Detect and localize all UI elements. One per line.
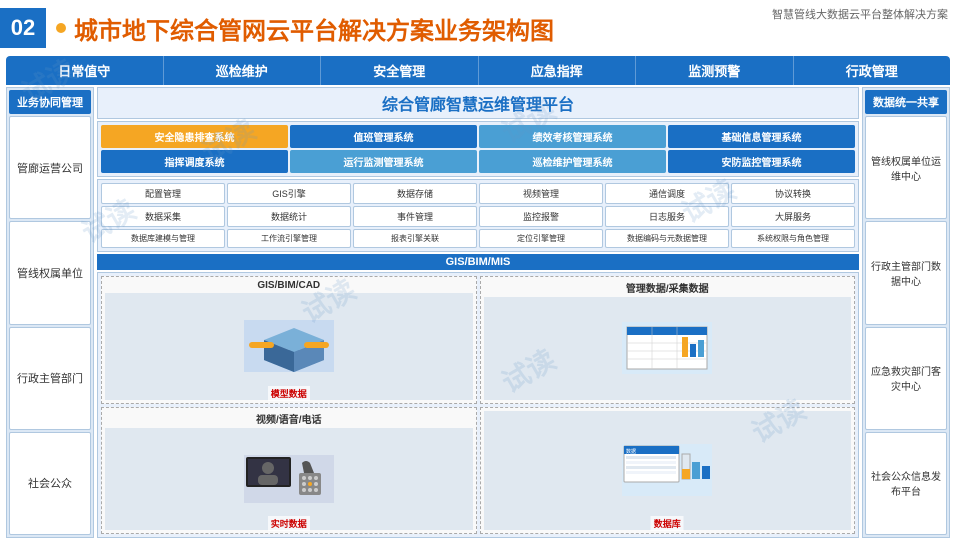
left-box-0: 管廊运营公司 [9,116,91,219]
panel-video-img [105,428,473,531]
panel-database-sublabel: 数据库 [651,516,684,531]
right-sidebar-title: 数据统一共享 [865,90,947,114]
mid-11: 大屏服务 [731,206,855,227]
sys-0: 安全隐患排查系统 [101,125,288,148]
sys-3: 基础信息管理系统 [668,125,855,148]
mid-9: 监控报警 [479,206,603,227]
manage-data-icon [622,322,712,374]
sys-6: 巡检维护管理系统 [479,150,666,173]
mid-15: 定位引擎管理 [479,229,603,248]
sys-5: 运行监测管理系统 [290,150,477,173]
right-box-3: 社会公众信息发布平台 [865,432,947,535]
panel-video-sublabel: 实时数据 [268,516,310,531]
section-number: 02 [0,8,46,48]
panel-gis-title: GIS/BIM/CAD [257,280,320,291]
left-box-1: 管线权属单位 [9,221,91,324]
sys-7: 安防监控管理系统 [668,150,855,173]
mid-17: 系统权限与角色管理 [731,229,855,248]
mid-5: 协议转换 [731,183,855,204]
nav-item-1[interactable]: 日常值守 [6,56,164,85]
nav-item-4[interactable]: 应急指挥 [479,56,637,85]
platform-title: 综合管廊智慧运维管理平台 [97,87,859,119]
main-content: 日常值守 巡检维护 安全管理 应急指挥 监测预警 行政管理 业务协同管理 管廊运… [0,52,960,542]
mid-6: 数据采集 [101,206,225,227]
video-phone-icon [244,455,334,503]
center-area: 综合管廊智慧运维管理平台 安全隐患排查系统 值班管理系统 绩效考核管理系统 基础… [97,87,859,538]
mid-grid: 配置管理 GIS引擎 数据存储 视频管理 通信调度 协议转换 数据采集 数据统计… [97,179,859,252]
mid-14: 报表引擎关联 [353,229,477,248]
nav-item-3[interactable]: 安全管理 [321,56,479,85]
panel-gis-bim-cad: GIS/BIM/CAD [101,276,477,404]
nav-item-6[interactable]: 行政管理 [794,56,951,85]
right-box-1: 行政主管部门数据中心 [865,221,947,324]
panel-gis-img [105,293,473,400]
panel-database: 数据 数据库 [480,407,856,535]
right-sidebar: 数据统一共享 管线权属单位运维中心 行政主管部门数据中心 应急救灾部门客灾中心 … [862,87,950,538]
right-box-2: 应急救灾部门客灾中心 [865,327,947,430]
left-box-3: 社会公众 [9,432,91,535]
page-title: 城市地下综合管网云平台解决方案业务架构图 [74,11,554,46]
panel-video-title: 视频/语音/电话 [256,411,322,426]
mid-7: 数据统计 [227,206,351,227]
svg-text:数据: 数据 [626,448,636,455]
mid-3: 视频管理 [479,183,603,204]
nav-item-2[interactable]: 巡检维护 [164,56,322,85]
mid-10: 日志服务 [605,206,729,227]
left-box-2: 行政主管部门 [9,327,91,430]
header-dot-icon [56,23,66,33]
mid-4: 通信调度 [605,183,729,204]
mid-8: 事件管理 [353,206,477,227]
body-layout: 业务协同管理 管廊运营公司 管线权属单位 行政主管部门 社会公众 综合管廊智慧运… [6,87,950,538]
panel-manage-img [484,297,852,400]
mid-2: 数据存储 [353,183,477,204]
panel-video: 视频/语音/电话 [101,407,477,535]
panel-gis-sublabel: 模型数据 [268,386,310,401]
mid-13: 工作流引擎管理 [227,229,351,248]
left-sidebar-title: 业务协同管理 [9,90,91,114]
sys-2: 绩效考核管理系统 [479,125,666,148]
mid-12: 数据库建模与管理 [101,229,225,248]
bim-3d-icon [244,320,334,372]
systems-grid: 安全隐患排查系统 值班管理系统 绩效考核管理系统 基础信息管理系统 指挥调度系统… [97,121,859,177]
nav-item-5[interactable]: 监测预警 [636,56,794,85]
left-sidebar: 业务协同管理 管廊运营公司 管线权属单位 行政主管部门 社会公众 [6,87,94,538]
panel-manage-data: 管理数据/采集数据 [480,276,856,404]
database-icon: 数据 [622,444,712,496]
panel-manage-title: 管理数据/采集数据 [626,280,709,295]
mid-0: 配置管理 [101,183,225,204]
top-label: 智慧管线大数据云平台整体解决方案 [772,6,948,22]
sys-4: 指挥调度系统 [101,150,288,173]
sys-1: 值班管理系统 [290,125,477,148]
right-box-0: 管线权属单位运维中心 [865,116,947,219]
panel-database-img: 数据 [484,411,852,531]
gis-bim-mis-label: GIS/BIM/MIS [97,254,859,270]
bottom-panels: GIS/BIM/CAD [97,272,859,538]
nav-bar: 日常值守 巡检维护 安全管理 应急指挥 监测预警 行政管理 [6,56,950,85]
mid-16: 数据编码与元数据管理 [605,229,729,248]
mid-1: GIS引擎 [227,183,351,204]
